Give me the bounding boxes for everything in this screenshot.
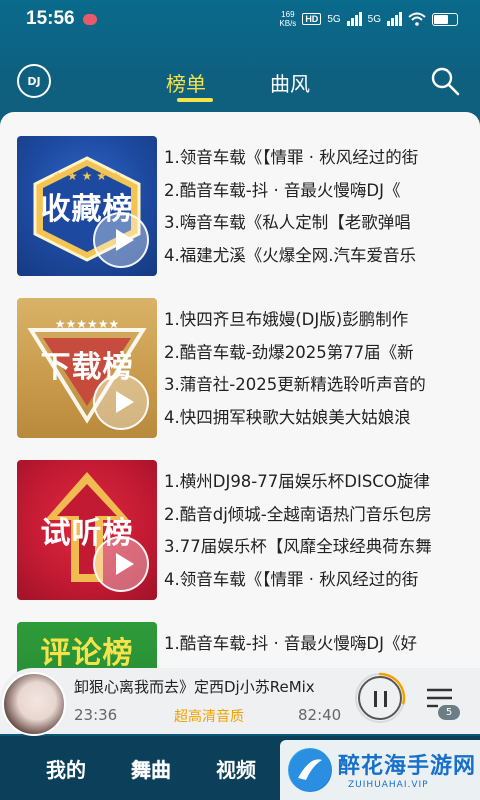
track-item[interactable]: 1.横州DJ98-77届娱乐杯DISCO旋律 <box>164 466 454 499</box>
network-speed-value: 169 <box>281 10 295 19</box>
track-item[interactable]: 3.蒲音社-2025更新精选聆听声音的 <box>164 369 454 402</box>
track-item[interactable]: 4.福建尤溪《火爆全网.汽车爱音乐 <box>164 240 454 273</box>
track-item[interactable]: 1.领音车载《【情罪 · 秋风经过的街 <box>164 142 454 175</box>
track-item[interactable]: 1.快四齐旦布娥嫚(DJ版)彭鹏制作 <box>164 304 454 337</box>
track-list: 1.快四齐旦布娥嫚(DJ版)彭鹏制作 2.酷音车载-劲爆2025第77届《新 3… <box>164 304 454 434</box>
track-list: 1.领音车载《【情罪 · 秋风经过的街 2.酷音车载-抖 · 音最火慢嗨DJ《 … <box>164 142 454 272</box>
track-item[interactable]: 3.77届娱乐杯【风靡全球经典荷东舞 <box>164 531 454 564</box>
hd-icon: HD <box>302 13 322 25</box>
pause-button[interactable] <box>358 676 402 720</box>
tab-underline <box>177 98 213 102</box>
watermark: 醉花海手游网 ZUIHUAHAI.VIP <box>280 740 480 800</box>
chart-row-preview[interactable]: 试听榜 1.横州DJ98-77届娱乐杯DISCO旋律 2.酷音dj倾城-全越南语… <box>17 460 467 600</box>
quality-label[interactable]: 超高清音质 <box>174 706 244 726</box>
search-icon[interactable] <box>430 66 460 96</box>
network-speed: 169 KB/s <box>279 10 296 28</box>
cover-title: 评论榜 <box>40 636 134 671</box>
nav-mine[interactable]: 我的 <box>46 754 86 783</box>
queue-count-badge: 5 <box>438 705 460 720</box>
watermark-sub: ZUIHUAHAI.VIP <box>348 780 429 790</box>
svg-text:★ ★ ★ ★ ★: ★ ★ ★ ★ ★ <box>52 169 121 183</box>
network-5g-label: 5G <box>327 13 341 25</box>
track-item[interactable]: 2.酷音车载-劲爆2025第77届《新 <box>164 337 454 370</box>
svg-text:★★★★★★: ★★★★★★ <box>55 317 120 331</box>
wifi-icon <box>408 12 426 26</box>
cover-collect[interactable]: ★ ★ ★ ★ ★ 收藏榜 <box>17 136 157 276</box>
play-icon[interactable] <box>93 374 149 430</box>
signal-icon-2 <box>387 12 402 26</box>
dj-logo-icon[interactable]: DJ <box>17 64 51 98</box>
track-item[interactable]: 4.快四拥军秧歌大姑娘美大姑娘浪 <box>164 402 454 435</box>
chart-row-download[interactable]: ★★★★★★ 下载榜 1.快四齐旦布娥嫚(DJ版)彭鹏制作 2.酷音车载-劲爆2… <box>17 298 467 438</box>
status-indicators: 169 KB/s HD 5G 5G <box>279 10 458 28</box>
status-time: 15:56 <box>26 8 75 29</box>
network-5g-label-2: 5G <box>367 13 381 25</box>
track-item[interactable]: 2.酷音dj倾城-全越南语热门音乐包房 <box>164 499 454 532</box>
total-time: 82:40 <box>298 706 342 724</box>
watermark-title: 醉花海手游网 <box>338 754 477 779</box>
chart-list: ★ ★ ★ ★ ★ 收藏榜 1.领音车载《【情罪 · 秋风经过的街 2.酷音车载… <box>0 112 480 732</box>
track-list: 1.酷音车载-抖 · 音最火慢嗨DJ《好 <box>164 628 454 661</box>
track-list: 1.横州DJ98-77届娱乐杯DISCO旋律 2.酷音dj倾城-全越南语热门音乐… <box>164 466 454 596</box>
chart-row-collect[interactable]: ★ ★ ★ ★ ★ 收藏榜 1.领音车载《【情罪 · 秋风经过的街 2.酷音车载… <box>17 136 467 276</box>
battery-icon <box>432 12 458 26</box>
track-item[interactable]: 4.领音车载《【情罪 · 秋风经过的街 <box>164 564 454 597</box>
play-icon[interactable] <box>93 536 149 592</box>
album-art[interactable] <box>2 672 66 736</box>
current-time: 23:36 <box>74 706 118 724</box>
notification-icon <box>82 13 97 25</box>
watermark-logo-icon <box>288 748 332 792</box>
status-bar: 15:56 169 KB/s HD 5G 5G <box>0 0 480 38</box>
now-playing-title[interactable]: 卸狠心离我而去》定西Dj小苏ReMix <box>74 676 330 697</box>
signal-icon <box>346 12 362 26</box>
tab-genres[interactable]: 曲风 <box>270 68 310 97</box>
track-item[interactable]: 2.酷音车载-抖 · 音最火慢嗨DJ《 <box>164 175 454 208</box>
tab-rankings[interactable]: 榜单 <box>166 68 206 97</box>
network-speed-unit: KB/s <box>279 19 297 28</box>
nav-dance[interactable]: 舞曲 <box>131 754 171 783</box>
play-icon[interactable] <box>93 212 149 268</box>
nav-video[interactable]: 视频 <box>216 754 256 783</box>
track-item[interactable]: 3.嗨音车载《私人定制【老歌弹唱 <box>164 207 454 240</box>
cover-download[interactable]: ★★★★★★ 下载榜 <box>17 298 157 438</box>
cover-preview[interactable]: 试听榜 <box>17 460 157 600</box>
header: DJ 榜单 曲风 <box>0 62 480 108</box>
track-item[interactable]: 1.酷音车载-抖 · 音最火慢嗨DJ《好 <box>164 628 454 661</box>
